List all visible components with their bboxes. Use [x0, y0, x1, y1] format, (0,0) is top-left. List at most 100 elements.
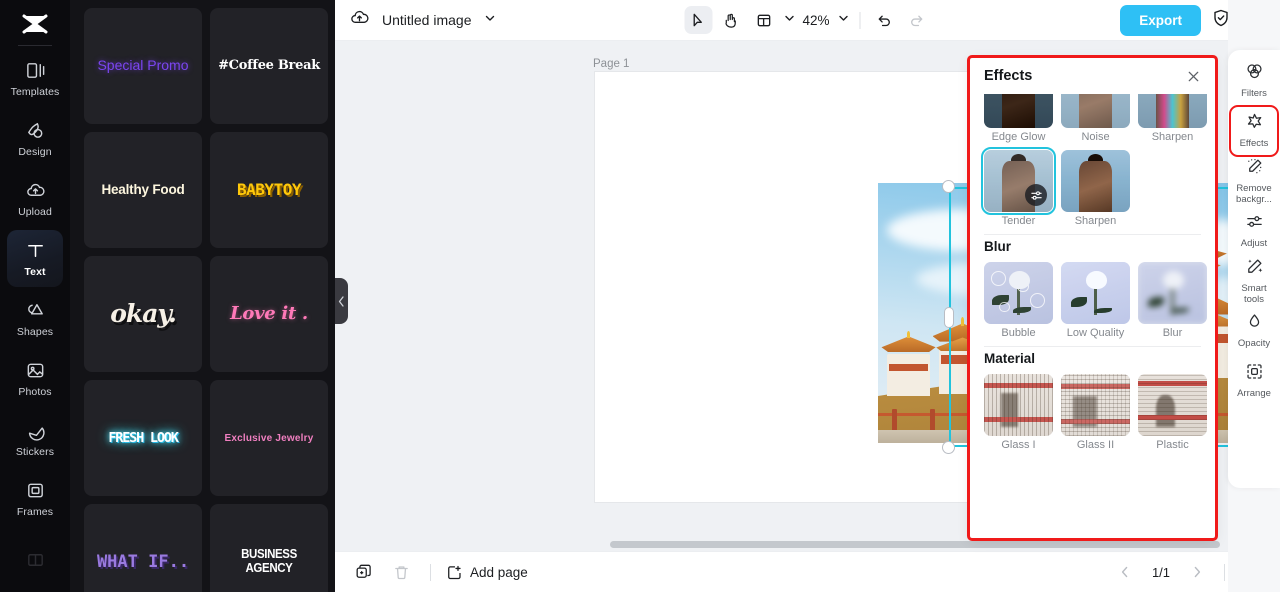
effect-item-low-quality[interactable]: Low Quality	[1061, 262, 1130, 339]
sidebar-item-text[interactable]: Text	[7, 230, 63, 288]
sidebar-item-shapes[interactable]: Shapes	[7, 290, 63, 347]
adjust-sliders-icon[interactable]	[1025, 184, 1047, 206]
template-text: okay.	[110, 299, 177, 329]
effect-thumbnail	[1061, 94, 1130, 128]
effect-thumbnail	[984, 374, 1053, 436]
text-template-card[interactable]: #Coffee Break	[210, 8, 328, 124]
effects-row-2: Tender Sharpen	[981, 147, 1201, 227]
close-icon[interactable]	[1183, 66, 1203, 86]
resize-handle-bl[interactable]	[942, 441, 955, 454]
template-text: Exclusive Jewelry	[224, 432, 314, 444]
resize-handle-tl[interactable]	[942, 180, 955, 193]
sidebar-item-design[interactable]: Design	[7, 110, 63, 167]
design-icon	[25, 120, 46, 141]
text-templates-grid: Special Promo #Coffee Break Healthy Food…	[84, 8, 328, 592]
effects-row-partial: Edge Glow Noise Sharpen	[984, 94, 1207, 143]
effects-star-icon	[1245, 112, 1264, 136]
text-template-card[interactable]: Special Promo	[84, 8, 202, 124]
effects-row-material: Glass I Glass II Plastic	[984, 374, 1207, 451]
export-button[interactable]: Export	[1120, 4, 1201, 36]
layout-tool[interactable]	[750, 6, 778, 34]
duplicate-page-button[interactable]	[349, 558, 377, 586]
sidebar-item-photos[interactable]: Photos	[7, 350, 63, 407]
template-text: FRESH LOOK	[108, 429, 178, 446]
page-label: Page 1	[593, 58, 630, 70]
sidebar-item-upload[interactable]: Upload	[7, 170, 63, 227]
effect-label: Edge Glow	[991, 131, 1046, 143]
effect-item-bubble[interactable]: Bubble	[984, 262, 1053, 339]
zoom-chevron-down-icon[interactable]	[837, 11, 849, 29]
text-template-card[interactable]: BABYTOY	[210, 132, 328, 248]
templates-icon	[25, 60, 46, 81]
capcut-logo-icon[interactable]	[15, 8, 55, 39]
canvas-horizontal-scrollbar[interactable]	[610, 541, 1220, 548]
chevron-down-icon[interactable]	[484, 11, 496, 29]
effect-label: Sharpen	[1074, 215, 1117, 227]
effect-item-tender[interactable]: Tender	[981, 147, 1056, 227]
next-page-button[interactable]	[1183, 558, 1211, 586]
document-title[interactable]: Untitled image	[382, 12, 472, 28]
text-templates-panel: Special Promo #Coffee Break Healthy Food…	[70, 0, 335, 592]
upload-cloud-icon	[25, 180, 46, 201]
text-template-card[interactable]: Healthy Food	[84, 132, 202, 248]
sidebar-item-stickers[interactable]: Stickers	[7, 410, 63, 467]
tool-remove-background[interactable]: Remove backgr...	[1231, 157, 1277, 205]
add-page-button[interactable]: Add page	[446, 564, 528, 581]
adjust-sliders-icon	[1245, 212, 1264, 236]
opacity-drop-icon	[1245, 312, 1264, 336]
tool-label: Opacity	[1237, 338, 1271, 350]
stickers-icon	[25, 420, 46, 441]
effect-item-plastic[interactable]: Plastic	[1138, 374, 1207, 451]
tool-arrange[interactable]: Arrange	[1231, 357, 1277, 405]
sidebar-item-templates[interactable]: Templates	[7, 50, 63, 107]
tool-opacity[interactable]: Opacity	[1231, 307, 1277, 355]
undo-button[interactable]	[870, 6, 898, 34]
prev-page-button[interactable]	[1111, 558, 1139, 586]
effect-item-empty	[1138, 150, 1207, 227]
zoom-level-value[interactable]: 42%	[800, 13, 832, 28]
text-template-card[interactable]: Exclusive Jewelry	[210, 380, 328, 496]
effect-label: Sharpen	[1151, 131, 1194, 143]
effect-item-edge-glow[interactable]: Edge Glow	[984, 94, 1053, 143]
sidebar-item-label: Frames	[16, 505, 54, 518]
tool-effects[interactable]: Effects	[1229, 105, 1279, 157]
effect-item-sharpen-1[interactable]: Sharpen	[1138, 94, 1207, 143]
sidebar-item-label: Photos	[18, 385, 52, 398]
effect-item-blur[interactable]: Blur	[1138, 262, 1207, 339]
panel-collapse-handle[interactable]	[335, 278, 348, 324]
app-root: Templates Design Upload Text Shapes Phot…	[0, 0, 1280, 592]
effect-thumbnail	[1138, 94, 1207, 128]
tool-filters[interactable]: Filters	[1231, 57, 1277, 105]
toolbar-divider	[859, 11, 860, 29]
effect-item-noise[interactable]: Noise	[1061, 94, 1130, 143]
effect-item-sharpen-2[interactable]: Sharpen	[1061, 150, 1130, 227]
sidebar-item-frames[interactable]: Frames	[7, 470, 63, 527]
tool-adjust[interactable]: Adjust	[1231, 207, 1277, 255]
redo-button[interactable]	[903, 6, 931, 34]
text-template-card[interactable]: WHAT IF..	[84, 504, 202, 592]
effects-panel-body[interactable]: Edge Glow Noise Sharpen Tender Sharpen B…	[970, 94, 1215, 538]
tool-smart-tools[interactable]: Smart tools	[1231, 257, 1277, 305]
template-text: Special Promo	[97, 57, 189, 74]
effect-item-glass-1[interactable]: Glass I	[984, 374, 1053, 451]
text-template-card[interactable]: okay.	[84, 256, 202, 372]
text-icon	[25, 240, 46, 261]
cursor-select-tool[interactable]	[684, 6, 712, 34]
resize-handle-left[interactable]	[944, 307, 954, 328]
bottom-divider-2	[1224, 563, 1225, 581]
layout-chevron-down-icon[interactable]	[783, 11, 795, 29]
effects-section-blur-title: Blur	[984, 239, 1011, 254]
bottom-divider	[430, 563, 431, 581]
hand-pan-tool[interactable]	[717, 6, 745, 34]
sidebar-item-more[interactable]	[7, 532, 63, 589]
template-text: Healthy Food	[101, 181, 185, 197]
text-template-card[interactable]: FRESH LOOK	[84, 380, 202, 496]
cloud-upload-icon[interactable]	[349, 7, 370, 33]
sidebar-item-label: Text	[24, 265, 46, 278]
delete-page-button[interactable]	[387, 558, 415, 586]
effect-item-glass-2[interactable]: Glass II	[1061, 374, 1130, 451]
text-template-card[interactable]: Love it .	[210, 256, 328, 372]
effects-section-material-title: Material	[984, 351, 1036, 366]
text-template-card[interactable]: BUSINESS AGENCY	[210, 504, 328, 592]
more-panels-icon	[25, 550, 46, 571]
